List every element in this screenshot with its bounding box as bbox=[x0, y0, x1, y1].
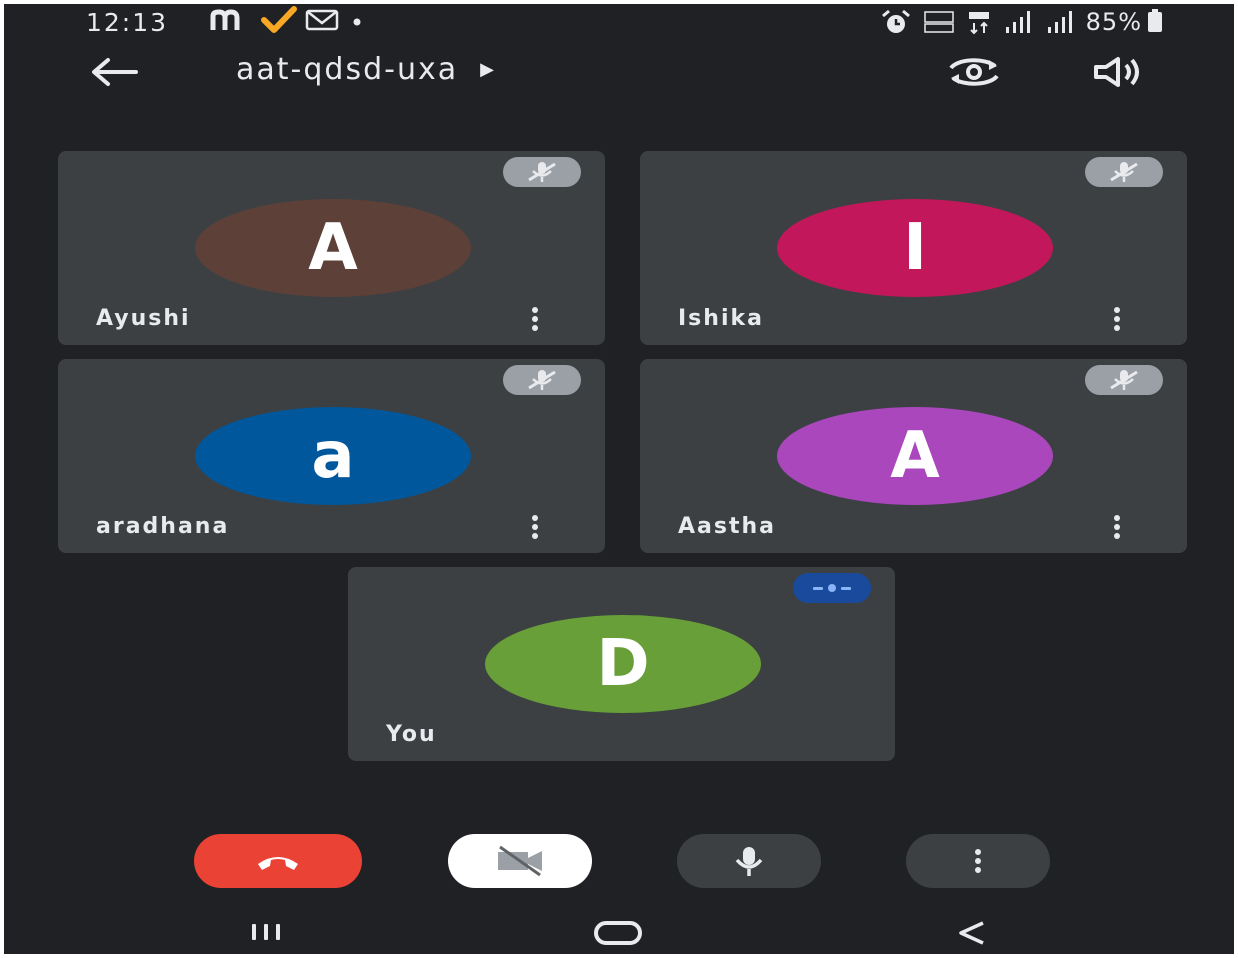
status-time: 12:13 bbox=[86, 8, 169, 37]
participant-name: Ayushi bbox=[96, 306, 191, 331]
participant-name: aradhana bbox=[96, 514, 230, 539]
gmail-icon bbox=[305, 9, 339, 31]
back-arrow-icon bbox=[92, 58, 138, 86]
participant-name: Aastha bbox=[678, 514, 776, 539]
avatar: a bbox=[195, 407, 471, 505]
alarm-icon bbox=[881, 9, 910, 33]
mic-off-icon bbox=[528, 162, 556, 182]
avatar-initial: D bbox=[596, 627, 650, 701]
mic-off-icon bbox=[1110, 162, 1138, 182]
participant-tile[interactable]: A Ayushi bbox=[58, 151, 605, 345]
microphone-toggle-button[interactable] bbox=[677, 834, 821, 888]
battery-icon bbox=[1148, 9, 1162, 32]
switch-camera-icon bbox=[949, 58, 999, 86]
avatar-initial: A bbox=[890, 419, 940, 493]
back-button[interactable] bbox=[84, 52, 144, 92]
status-bar: 12:13 85% bbox=[4, 4, 1234, 40]
participant-tile[interactable]: A Aastha bbox=[640, 359, 1187, 553]
participant-name: You bbox=[386, 722, 437, 747]
mic-muted-badge bbox=[503, 157, 581, 187]
meet-call-screen: 12:13 85% aat-qdsd-uxa ▶ A Ayushi I Ishi… bbox=[4, 4, 1234, 954]
phone-hangup-icon bbox=[258, 857, 298, 870]
meet-logo-icon bbox=[210, 9, 240, 30]
speaker-icon bbox=[1094, 57, 1139, 87]
end-call-button[interactable] bbox=[194, 834, 362, 888]
notification-icons bbox=[209, 6, 367, 34]
volte-icon bbox=[923, 11, 954, 33]
video-off-icon bbox=[498, 845, 542, 877]
meeting-code: aat-qdsd-uxa bbox=[236, 52, 459, 87]
more-options-button[interactable] bbox=[906, 834, 1050, 888]
back-icon[interactable] bbox=[952, 918, 992, 948]
speaker-button[interactable] bbox=[1088, 50, 1148, 94]
signal-icon bbox=[1047, 11, 1072, 33]
avatar: A bbox=[777, 407, 1053, 505]
participant-more-button[interactable] bbox=[1107, 306, 1127, 332]
check-icon bbox=[261, 6, 297, 33]
avatar: A bbox=[195, 199, 471, 297]
avatar: D bbox=[485, 615, 761, 713]
mic-muted-badge bbox=[1085, 365, 1163, 395]
lte-icon bbox=[968, 12, 989, 35]
participant-more-button[interactable] bbox=[525, 306, 545, 332]
participant-more-button[interactable] bbox=[525, 514, 545, 540]
home-icon[interactable] bbox=[594, 921, 642, 945]
system-navigation-bar bbox=[4, 904, 1234, 954]
participant-more-button[interactable] bbox=[1107, 514, 1127, 540]
camera-toggle-button[interactable] bbox=[448, 834, 592, 888]
meeting-title-button[interactable]: aat-qdsd-uxa ▶ bbox=[236, 52, 496, 87]
avatar-initial: a bbox=[311, 419, 355, 493]
avatar-initial: A bbox=[308, 211, 358, 285]
mic-icon bbox=[735, 847, 763, 876]
mic-off-icon bbox=[1110, 370, 1138, 390]
participant-tile[interactable]: a aradhana bbox=[58, 359, 605, 553]
avatar-initial: I bbox=[903, 211, 927, 285]
mic-muted-badge bbox=[503, 365, 581, 395]
recent-apps-icon[interactable] bbox=[252, 924, 280, 940]
avatar: I bbox=[777, 199, 1053, 297]
mic-off-icon bbox=[528, 370, 556, 390]
call-header: aat-qdsd-uxa ▶ bbox=[4, 44, 1234, 100]
self-tile[interactable]: D You bbox=[348, 567, 895, 761]
mic-muted-badge bbox=[1085, 157, 1163, 187]
battery-percentage: 85% bbox=[1085, 8, 1142, 36]
dot-icon bbox=[353, 18, 361, 26]
participant-name: Ishika bbox=[678, 306, 764, 331]
participant-tile[interactable]: I Ishika bbox=[640, 151, 1187, 345]
meeting-details-arrow-icon: ▶ bbox=[480, 59, 496, 80]
audio-level-badge bbox=[793, 573, 871, 603]
more-vert-icon bbox=[975, 849, 981, 873]
signal-icon bbox=[1005, 11, 1030, 33]
switch-camera-button[interactable] bbox=[942, 50, 1006, 94]
system-icons: 85% bbox=[880, 8, 1162, 36]
